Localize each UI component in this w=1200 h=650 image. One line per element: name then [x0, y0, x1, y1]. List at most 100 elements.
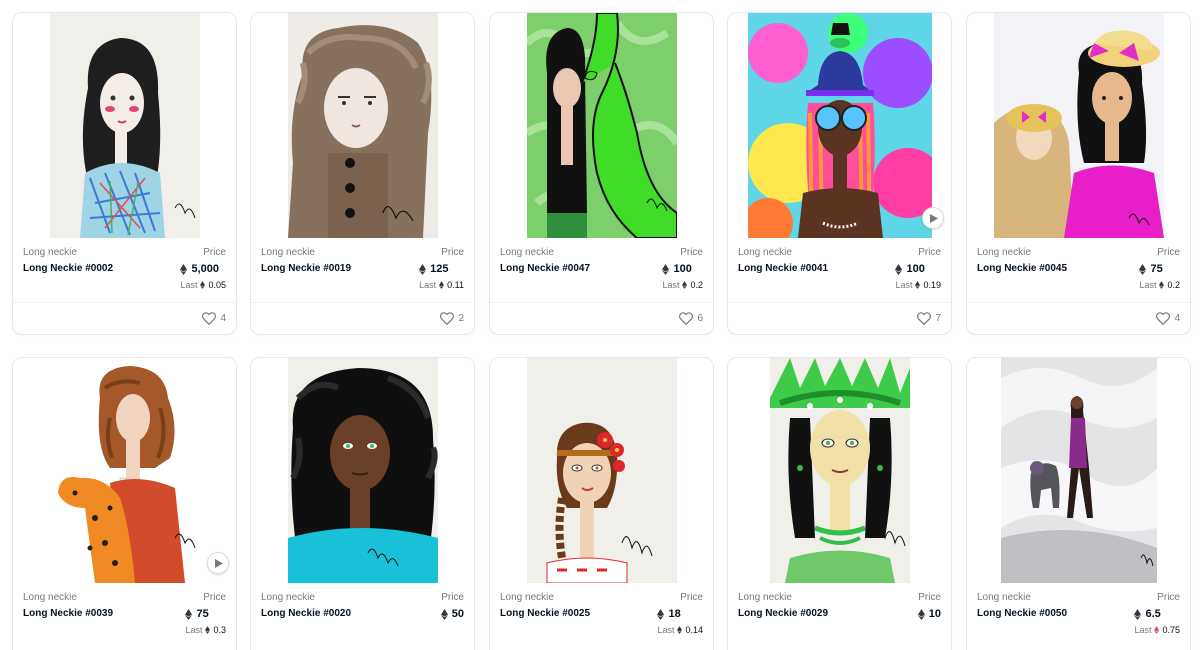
- collection-name[interactable]: Long neckie: [261, 247, 351, 259]
- price-label: Price: [441, 247, 464, 258]
- price-value: 100: [895, 261, 941, 277]
- nft-name[interactable]: Long Neckie #0039: [23, 606, 113, 622]
- nft-name[interactable]: Long Neckie #0025: [500, 606, 590, 622]
- nft-image: [287, 358, 438, 583]
- price-label: Price: [918, 592, 941, 603]
- nft-card[interactable]: Long neckie Long Neckie #0025 Price 18 L…: [489, 357, 714, 650]
- eth-icon: [895, 263, 903, 275]
- nft-image: [49, 358, 200, 583]
- eth-icon: [1139, 263, 1147, 275]
- price-label: Price: [441, 592, 464, 603]
- nft-card[interactable]: Long neckie Long Neckie #0050 Price 6.5 …: [966, 357, 1191, 650]
- nft-name[interactable]: Long Neckie #0041: [738, 261, 828, 277]
- price-label: Price: [1157, 592, 1180, 603]
- nft-image: [747, 13, 932, 238]
- nft-image: [526, 13, 677, 238]
- nft-card[interactable]: Long neckie Long Neckie #0045 Price 75 L…: [966, 12, 1191, 335]
- eth-icon: [440, 608, 448, 620]
- eth-icon: [200, 281, 206, 289]
- price-label: Price: [1157, 247, 1180, 258]
- price-value: 18: [657, 606, 703, 622]
- like-count: 4: [1174, 313, 1180, 324]
- nft-card[interactable]: Long neckie Long Neckie #0019 Price 125 …: [250, 12, 475, 335]
- heart-icon[interactable]: [440, 312, 455, 325]
- nft-media[interactable]: [490, 13, 713, 238]
- last-sale: Last 0.2: [1139, 280, 1180, 290]
- nft-card[interactable]: Long neckie Long Neckie #0029 Price 10: [727, 357, 952, 650]
- last-sale: Last 0.2: [662, 280, 703, 290]
- nft-media[interactable]: [13, 13, 236, 238]
- price-value: 6.5: [1134, 606, 1180, 622]
- collection-name[interactable]: Long neckie: [977, 592, 1067, 604]
- price-value: 75: [185, 606, 226, 622]
- nft-image: [526, 358, 677, 583]
- like-count: 7: [935, 313, 941, 324]
- nft-name[interactable]: Long Neckie #0029: [738, 606, 828, 622]
- price-value: 5,000: [180, 261, 226, 277]
- price-value: 125: [419, 261, 464, 277]
- play-icon: [215, 558, 223, 568]
- collection-name[interactable]: Long neckie: [23, 592, 113, 604]
- play-button[interactable]: [922, 207, 944, 229]
- eth-icon: [915, 281, 921, 289]
- eth-icon: [917, 608, 925, 620]
- eth-icon: [682, 281, 688, 289]
- play-button[interactable]: [207, 552, 229, 574]
- nft-name[interactable]: Long Neckie #0020: [261, 606, 351, 622]
- nft-media[interactable]: [728, 358, 951, 583]
- nft-image: [1000, 358, 1157, 583]
- nft-card[interactable]: Long neckie Long Neckie #0039 Price 75 L…: [12, 357, 237, 650]
- heart-icon[interactable]: [202, 312, 217, 325]
- nft-media[interactable]: [251, 13, 474, 238]
- nft-media[interactable]: [490, 358, 713, 583]
- heart-icon[interactable]: [917, 312, 932, 325]
- collection-name[interactable]: Long neckie: [738, 247, 828, 259]
- weth-icon: [1154, 626, 1160, 634]
- collection-name[interactable]: Long neckie: [738, 592, 828, 604]
- last-sale: Last 0.3: [185, 625, 226, 635]
- eth-icon: [439, 281, 445, 289]
- nft-name[interactable]: Long Neckie #0045: [977, 261, 1067, 277]
- nft-name[interactable]: Long Neckie #0002: [23, 261, 113, 277]
- collection-name[interactable]: Long neckie: [261, 592, 351, 604]
- nft-image: [769, 358, 910, 583]
- eth-icon: [1159, 281, 1165, 289]
- nft-media[interactable]: [13, 358, 236, 583]
- heart-icon[interactable]: [679, 312, 694, 325]
- nft-media[interactable]: [967, 358, 1190, 583]
- price-value: 50: [440, 606, 464, 622]
- nft-media[interactable]: [967, 13, 1190, 238]
- price-label: Price: [680, 247, 703, 258]
- nft-media[interactable]: [251, 358, 474, 583]
- nft-card[interactable]: Long neckie Long Neckie #0020 Price 50: [250, 357, 475, 650]
- nft-card[interactable]: Long neckie Long Neckie #0047 Price 100 …: [489, 12, 714, 335]
- like-count: 2: [458, 313, 464, 324]
- eth-icon: [1134, 608, 1142, 620]
- price-label: Price: [918, 247, 941, 258]
- nft-name[interactable]: Long Neckie #0047: [500, 261, 590, 277]
- eth-icon: [657, 608, 665, 620]
- like-count: 4: [220, 313, 226, 324]
- eth-icon: [419, 263, 427, 275]
- eth-icon: [662, 263, 670, 275]
- collection-name[interactable]: Long neckie: [500, 247, 590, 259]
- nft-card[interactable]: Long neckie Long Neckie #0041 Price 100 …: [727, 12, 952, 335]
- eth-icon: [205, 626, 211, 634]
- nft-name[interactable]: Long Neckie #0019: [261, 261, 351, 277]
- heart-icon[interactable]: [1156, 312, 1171, 325]
- eth-icon: [677, 626, 683, 634]
- nft-name[interactable]: Long Neckie #0050: [977, 606, 1067, 622]
- price-label: Price: [203, 592, 226, 603]
- collection-name[interactable]: Long neckie: [977, 247, 1067, 259]
- like-count: 6: [697, 313, 703, 324]
- last-sale: Last 0.75: [1134, 625, 1180, 635]
- collection-name[interactable]: Long neckie: [23, 247, 113, 259]
- collection-name[interactable]: Long neckie: [500, 592, 590, 604]
- nft-image: [49, 13, 200, 238]
- price-label: Price: [680, 592, 703, 603]
- nft-media[interactable]: [728, 13, 951, 238]
- price-label: Price: [203, 247, 226, 258]
- nft-card[interactable]: Long neckie Long Neckie #0002 Price 5,00…: [12, 12, 237, 335]
- price-value: 10: [917, 606, 941, 622]
- last-sale: Last 0.05: [180, 280, 226, 290]
